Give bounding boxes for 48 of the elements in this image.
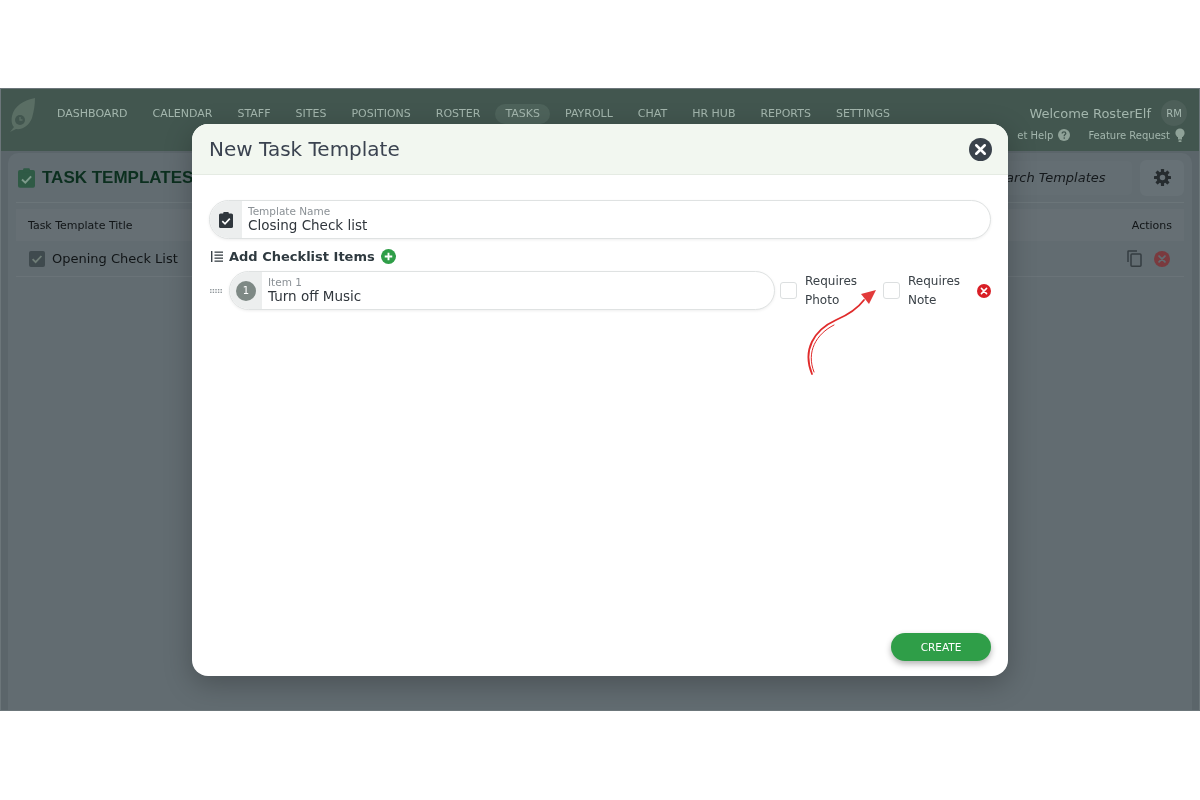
help-icon[interactable] xyxy=(1058,129,1071,141)
header-link[interactable]: Feature Request xyxy=(1088,129,1170,141)
header-link[interactable]: et Help xyxy=(1017,129,1054,141)
nav-tab[interactable]: CALENDAR xyxy=(152,106,213,122)
drag-handle-icon[interactable] xyxy=(210,288,222,293)
settings-icon xyxy=(1153,169,1171,186)
welcome-text: Welcome RosterElf xyxy=(1029,105,1151,121)
field-value: Turn off Music xyxy=(268,288,362,305)
field-label: Template Name xyxy=(248,205,332,217)
settings-button[interactable] xyxy=(1140,159,1184,196)
nav-tab[interactable]: STAFF xyxy=(237,106,271,122)
checklist-item-field[interactable]: 1 Item 1 Turn off Music xyxy=(229,271,775,310)
checkbox-tick-icon xyxy=(29,250,45,267)
nav-tab[interactable]: CHAT xyxy=(637,106,668,122)
field-label: Item 1 xyxy=(268,276,303,288)
clipboard-check-icon xyxy=(18,167,35,188)
page-title: TASK TEMPLATES xyxy=(42,167,194,188)
remove-icon[interactable] xyxy=(977,283,991,298)
nav-tab[interactable]: TASKS xyxy=(495,104,550,124)
template-title[interactable]: Opening Check List xyxy=(52,251,178,266)
nav-tab[interactable]: DASHBOARD xyxy=(57,106,128,122)
lightbulb-icon[interactable] xyxy=(1175,128,1185,142)
checkbox-label: Requires Note xyxy=(908,272,962,309)
column-header: Task Template Title xyxy=(28,218,133,232)
nav-tab[interactable]: REPORTS xyxy=(760,106,811,122)
checkbox[interactable] xyxy=(883,282,900,299)
nav-tab[interactable]: SETTINGS xyxy=(835,106,891,122)
modal-title: New Task Template xyxy=(209,137,400,161)
create-button[interactable]: CREATE xyxy=(891,633,991,661)
list-icon xyxy=(211,251,223,262)
user-avatar[interactable]: RM xyxy=(1161,100,1187,126)
nav-tab[interactable]: PAYROLL xyxy=(564,106,613,122)
nav-tab[interactable]: ROSTER xyxy=(435,106,481,122)
field-value: Closing Check list xyxy=(248,217,368,234)
nav-tab[interactable]: POSITIONS xyxy=(351,106,411,122)
copy-icon[interactable] xyxy=(1127,250,1142,267)
nav-tab[interactable]: HR HUB xyxy=(692,106,736,122)
checkbox[interactable] xyxy=(780,282,797,299)
close-icon[interactable] xyxy=(969,137,992,161)
add-icon[interactable] xyxy=(380,249,396,264)
clipboard-check-icon xyxy=(219,211,233,228)
section-heading: Add Checklist Items xyxy=(229,249,375,264)
checkbox-label: Requires Photo xyxy=(805,272,859,309)
template-name-field[interactable]: Template Name Closing Check list xyxy=(209,200,991,239)
item-number: 1 xyxy=(236,280,256,301)
column-header: Actions xyxy=(1131,218,1172,232)
delete-icon[interactable] xyxy=(1154,250,1170,267)
nav-tab[interactable]: SITES xyxy=(295,106,327,122)
